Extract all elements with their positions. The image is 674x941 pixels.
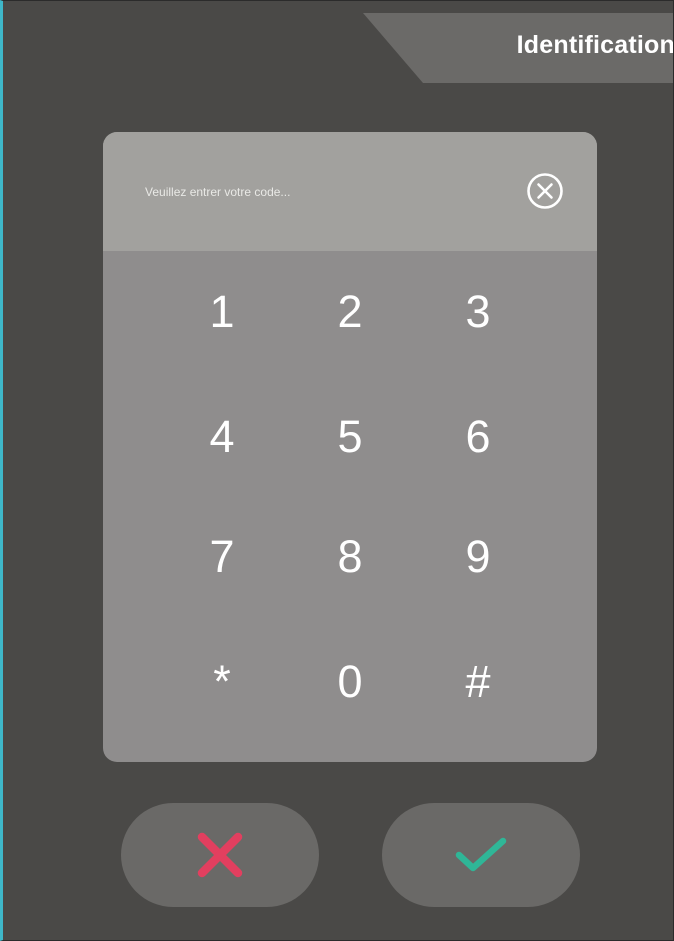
key-1[interactable]: 1 xyxy=(166,262,278,362)
circle-x-icon xyxy=(527,173,563,209)
key-6[interactable]: 6 xyxy=(422,387,534,487)
key-3[interactable]: 3 xyxy=(422,262,534,362)
key-2[interactable]: 2 xyxy=(294,262,406,362)
key-8[interactable]: 8 xyxy=(294,507,406,607)
key-9[interactable]: 9 xyxy=(422,507,534,607)
number-keypad: 1 2 3 4 5 6 7 8 9 * 0 # xyxy=(158,252,542,752)
page-title: Identification xyxy=(516,31,674,59)
identification-screen: Identification 1 2 3 4 5 6 7 8 9 * 0 xyxy=(0,0,674,941)
title-tab: Identification xyxy=(363,13,674,83)
code-input[interactable] xyxy=(145,180,525,204)
key-4[interactable]: 4 xyxy=(166,387,278,487)
key-hash[interactable]: # xyxy=(422,632,534,732)
key-star[interactable]: * xyxy=(166,632,278,732)
key-7[interactable]: 7 xyxy=(166,507,278,607)
keypad-card: 1 2 3 4 5 6 7 8 9 * 0 # xyxy=(103,132,597,762)
check-icon xyxy=(455,837,507,872)
key-0[interactable]: 0 xyxy=(294,632,406,732)
confirm-button[interactable] xyxy=(382,803,580,907)
key-5[interactable]: 5 xyxy=(294,387,406,487)
cancel-button[interactable] xyxy=(121,803,319,907)
cross-icon xyxy=(197,832,243,878)
clear-code-button[interactable] xyxy=(523,169,567,213)
code-entry-bar xyxy=(103,132,597,251)
